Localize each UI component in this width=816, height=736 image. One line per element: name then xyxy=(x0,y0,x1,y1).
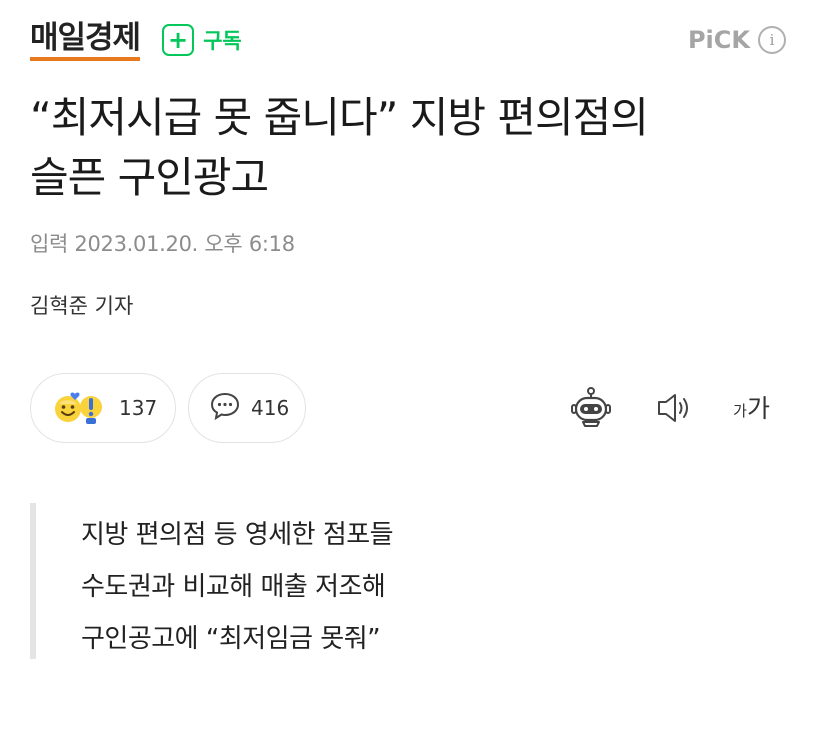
logo-underline xyxy=(30,56,141,61)
reaction-emoji-icon xyxy=(53,388,109,428)
comments-button[interactable]: 416 xyxy=(188,373,306,443)
summary-line: 지방 편의점 등 영세한 점포들 xyxy=(81,520,394,550)
press-logo-text: 매일경제 xyxy=(30,19,141,56)
robot-icon xyxy=(571,387,612,427)
press-logo[interactable]: 매일경제 xyxy=(30,19,141,61)
headline-line-2: 슬픈 구인광고 xyxy=(30,153,269,202)
reaction-count: 137 xyxy=(119,396,158,420)
reactions-button[interactable]: 137 xyxy=(30,373,176,443)
comment-icon xyxy=(209,391,241,425)
pick-badge: PiCK i xyxy=(688,26,786,54)
article-headline: “최저시급 못 줍니다” 지방 편의점의 슬픈 구인광고 xyxy=(30,88,790,208)
subscribe-button[interactable]: + 구독 xyxy=(162,24,242,56)
reaction-toolbar: 137 416 가 가 xyxy=(30,373,786,443)
article-summary: 지방 편의점 등 영세한 점포들 수도권과 비교해 매출 저조해 구인공고에 “… xyxy=(30,503,630,659)
plus-icon: + xyxy=(162,24,195,56)
published-date: 입력 2023.01.20. 오후 6:18 xyxy=(30,232,295,256)
headline-line-1: “최저시급 못 줍니다” 지방 편의점의 xyxy=(30,93,649,142)
pick-label: PiCK xyxy=(687,26,750,54)
font-size-small-label: 가 xyxy=(733,401,747,420)
summary-line: 구인공고에 “최저임금 못줘” xyxy=(81,624,381,654)
article-page: 매일경제 + 구독 PiCK i “최저시급 못 줍니다” 지방 편의점의 슬픈… xyxy=(0,0,816,736)
subscribe-label: 구독 xyxy=(203,29,242,53)
summary-line: 수도권과 비교해 매출 저조해 xyxy=(81,572,386,602)
text-to-speech-button[interactable] xyxy=(655,388,695,428)
font-size-large-label: 가 xyxy=(746,393,770,423)
font-size-button[interactable]: 가 가 xyxy=(733,396,770,421)
speaker-icon xyxy=(658,394,689,422)
article-header: 매일경제 + 구독 PiCK i xyxy=(30,14,786,66)
comment-count: 416 xyxy=(251,396,290,420)
info-icon[interactable]: i xyxy=(758,26,786,54)
ai-summary-bot-button[interactable] xyxy=(569,386,613,430)
article-tools: 가 가 xyxy=(569,386,786,430)
reporter-name[interactable]: 김혁준 기자 xyxy=(30,290,133,320)
